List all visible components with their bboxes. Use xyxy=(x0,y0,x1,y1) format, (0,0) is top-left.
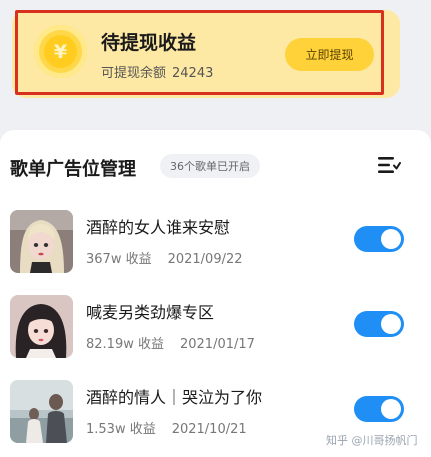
toggle-knob xyxy=(381,229,401,249)
playlist-title: 喊麦另类劲爆专区 xyxy=(86,303,215,322)
playlist-title: 酒醉的情人｜哭泣为了你 xyxy=(86,388,263,407)
sort-list-icon[interactable] xyxy=(375,154,401,176)
playlist-cover-image xyxy=(10,380,73,443)
watermark: 知乎 @川哥扬帆门 xyxy=(326,434,418,447)
earnings-area: ¥ 待提现收益 可提现余额 24243 立即提现 xyxy=(0,0,431,112)
playlist-meta: 367w 收益 2021/09/22 xyxy=(86,248,243,267)
playlist-cover-image xyxy=(10,210,73,273)
playlist-earnings: 367w 收益 xyxy=(86,252,152,267)
ad-enable-toggle[interactable] xyxy=(354,226,404,252)
playlist-cover-image xyxy=(10,295,73,358)
playlist-row[interactable]: 酒醉的女人谁来安慰 367w 收益 2021/09/22 xyxy=(0,210,431,280)
playlist-date: 2021/09/22 xyxy=(167,252,243,267)
playlist-title: 酒醉的女人谁来安慰 xyxy=(86,218,231,237)
playlist-earnings: 82.19w 收益 xyxy=(86,337,164,352)
playlist-ad-section: 歌单广告位管理 36个歌单已开启 酒醉的女人谁来安慰 367w 收益 2021/0… xyxy=(0,130,431,457)
playlist-earnings: 1.53w 收益 xyxy=(86,422,156,437)
playlist-meta: 1.53w 收益 2021/10/21 xyxy=(86,418,247,437)
highlight-box xyxy=(15,10,384,95)
ad-enable-toggle[interactable] xyxy=(354,311,404,337)
playlist-meta: 82.19w 收益 2021/01/17 xyxy=(86,333,255,352)
toggle-knob xyxy=(381,399,401,419)
section-title: 歌单广告位管理 xyxy=(10,159,136,180)
playlist-date: 2021/10/21 xyxy=(171,422,247,437)
playlist-row[interactable]: 喊麦另类劲爆专区 82.19w 收益 2021/01/17 xyxy=(0,295,431,365)
toggle-knob xyxy=(381,314,401,334)
playlist-date: 2021/01/17 xyxy=(179,337,255,352)
ad-enable-toggle[interactable] xyxy=(354,396,404,422)
count-badge: 36个歌单已开启 xyxy=(160,154,260,178)
